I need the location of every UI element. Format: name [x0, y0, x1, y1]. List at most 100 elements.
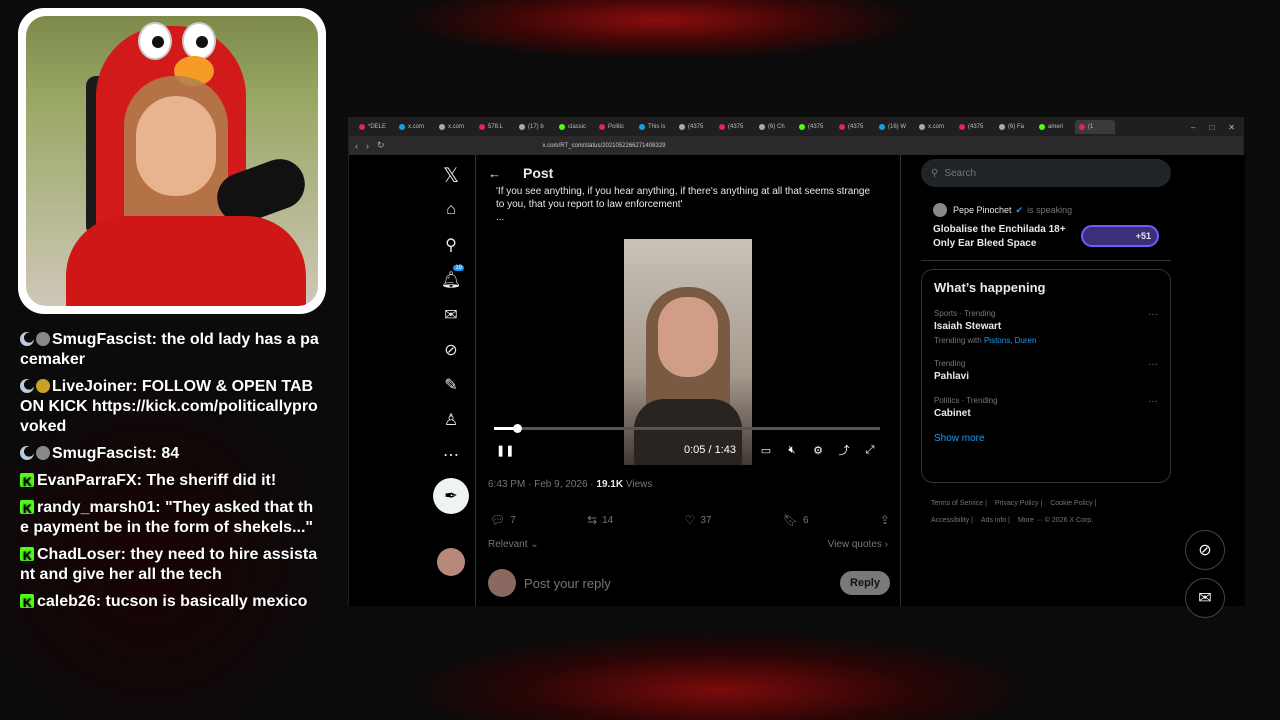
browser-tab[interactable]: (4375: [795, 120, 835, 134]
tab-label: (4375: [728, 124, 744, 130]
footer-link[interactable]: More ··· © 2026 X Corp.: [1018, 517, 1093, 524]
heart-icon: ♡: [684, 513, 696, 527]
browser-tab[interactable]: (4375: [955, 120, 995, 134]
live-space-card[interactable]: Pepe Pinochet ✔ is speaking Globalise th…: [921, 195, 1171, 261]
video-progress-bar[interactable]: [494, 424, 880, 433]
footer-link[interactable]: Cookie Policy |: [1050, 500, 1096, 507]
browser-tab[interactable]: (16) W: [875, 120, 915, 134]
footer-link[interactable]: Accessibility |: [931, 517, 973, 524]
browser-tab[interactable]: This is: [635, 120, 675, 134]
browser-tab[interactable]: classic: [555, 120, 595, 134]
tab-label: (6) Fa: [1008, 124, 1025, 130]
popout-icon[interactable]: ⤴: [836, 442, 852, 458]
browser-tab[interactable]: *DELE: [355, 120, 395, 134]
minimize-icon[interactable]: –: [1191, 123, 1195, 132]
reload-icon[interactable]: ↻: [377, 140, 385, 151]
messages-fab-icon[interactable]: ✉: [1185, 578, 1225, 618]
tab-label: This is: [648, 124, 666, 130]
show-more-link[interactable]: Show more: [934, 433, 1158, 444]
profile-icon[interactable]: ♙: [436, 405, 466, 435]
chat-message: randy_marsh01: "They asked that the paym…: [20, 498, 320, 538]
trend-more-icon[interactable]: ···: [1148, 359, 1158, 370]
lists-icon[interactable]: ✎: [436, 370, 466, 400]
reply-button[interactable]: Reply: [840, 571, 890, 595]
trend-related-topics[interactable]: Pistons, Duren: [984, 336, 1036, 345]
bookmark-action[interactable]: 🔖︎ 6: [783, 513, 809, 527]
account-avatar[interactable]: [437, 548, 465, 576]
like-action[interactable]: ♡ 37: [685, 513, 712, 527]
url-field[interactable]: x.com/RT_com/status/2021052266271408329: [543, 143, 943, 149]
browser-tab[interactable]: Politic: [595, 120, 635, 134]
close-icon[interactable]: ✕: [1228, 123, 1235, 132]
browser-tab[interactable]: (4375: [715, 120, 755, 134]
reply-action[interactable]: 💬︎ 7: [490, 513, 516, 527]
tab-favicon-icon: [1079, 124, 1085, 130]
browser-tab[interactable]: (1: [1075, 120, 1115, 134]
reply-count: 7: [510, 514, 516, 526]
tab-favicon-icon: [519, 124, 525, 130]
more-icon[interactable]: ⋯: [436, 440, 466, 470]
kick-badge-icon: [20, 593, 34, 613]
browser-tab[interactable]: x.com: [915, 120, 955, 134]
notifications-icon[interactable]: 🔔︎ 19: [436, 265, 466, 295]
back-icon[interactable]: ‹: [355, 141, 358, 151]
fullscreen-icon[interactable]: ⤢: [862, 444, 878, 457]
home-icon[interactable]: ⌂: [436, 195, 466, 225]
tab-favicon-icon: [559, 124, 565, 130]
messages-icon[interactable]: ✉: [436, 300, 466, 330]
browser-tab[interactable]: ameri: [1035, 120, 1075, 134]
maximize-icon[interactable]: □: [1209, 123, 1214, 132]
tab-label: (1: [1088, 124, 1094, 130]
view-count: 19.1K: [596, 479, 624, 490]
tab-label: classic: [568, 124, 587, 130]
browser-tab[interactable]: 578.L: [475, 120, 515, 134]
browser-tab[interactable]: (4375: [835, 120, 875, 134]
trend-related: Trending with Pistons, Duren: [934, 336, 1158, 345]
x-logo-icon[interactable]: 𝕏: [436, 160, 466, 190]
trend-item[interactable]: Sports · Trending Isaiah Stewart Trending …: [934, 309, 1158, 345]
browser-tab[interactable]: (6) Fa: [995, 120, 1035, 134]
sort-dropdown[interactable]: Relevant ⌄: [488, 539, 539, 550]
browser-tab[interactable]: (6) Ch: [755, 120, 795, 134]
browser-tab[interactable]: x.com: [435, 120, 475, 134]
tab-favicon-icon: [359, 124, 365, 130]
browser-tab[interactable]: (17) b: [515, 120, 555, 134]
footer-link[interactable]: Privacy Policy |: [995, 500, 1042, 507]
back-arrow-icon[interactable]: ←: [488, 166, 501, 181]
chat-username: SmugFascist: [52, 445, 152, 462]
captions-icon[interactable]: ▭: [758, 444, 774, 457]
video-player[interactable]: ❚❚ 0:05 / 1:43 ▭ 🔇︎ ⚙ ⤴ ⤢: [488, 239, 886, 465]
footer-links: Terms of Service | Privacy Policy | Cookie…: [921, 495, 1171, 529]
search-input[interactable]: ⚲ Search: [921, 159, 1171, 187]
chat-message: EvanParraFX: The sheriff did it!: [20, 471, 320, 492]
settings-icon[interactable]: ⚙: [810, 444, 826, 457]
space-listeners-pill[interactable]: +51: [1081, 225, 1159, 247]
footer-link[interactable]: Terms of Service |: [931, 500, 987, 507]
trend-more-icon[interactable]: ···: [1148, 309, 1158, 320]
video-scrubber-handle[interactable]: [513, 424, 523, 433]
tab-label: ameri: [1048, 124, 1064, 130]
repost-action[interactable]: ⇆ 14: [587, 513, 613, 527]
explore-icon[interactable]: ⚲: [436, 230, 466, 260]
reply-input[interactable]: Post your reply: [524, 576, 611, 591]
gray-badge-icon: [36, 446, 50, 460]
trend-more-icon[interactable]: ···: [1148, 396, 1158, 407]
post-meta: 6:43 PM · Feb 9, 2026 · 19.1K Views: [488, 479, 652, 490]
quote-ellipsis: ...: [496, 212, 505, 223]
whats-happening-panel: What’s happening Sports · Trending Isaiah…: [921, 269, 1171, 483]
trend-item[interactable]: Trending Pahlavi ···: [934, 359, 1158, 382]
compose-post-button[interactable]: ✒: [433, 478, 469, 514]
browser-tab[interactable]: (4375: [675, 120, 715, 134]
grok-icon[interactable]: ⊘: [436, 335, 466, 365]
footer-link[interactable]: Ads info |: [981, 517, 1010, 524]
grok-fab-icon[interactable]: ⊘: [1185, 530, 1225, 570]
trend-item[interactable]: Politics · Trending Cabinet ···: [934, 396, 1158, 419]
view-quotes-link[interactable]: View quotes ›: [828, 539, 888, 550]
tab-favicon-icon: [879, 124, 885, 130]
mute-icon[interactable]: 🔇︎: [784, 444, 800, 457]
post-text: 'If you see anything, if you hear anythi…: [476, 185, 900, 224]
share-action[interactable]: ⇪: [880, 513, 890, 527]
browser-tab[interactable]: x.com: [395, 120, 435, 134]
forward-icon[interactable]: ›: [366, 141, 369, 151]
pause-icon[interactable]: ❚❚: [496, 444, 514, 457]
